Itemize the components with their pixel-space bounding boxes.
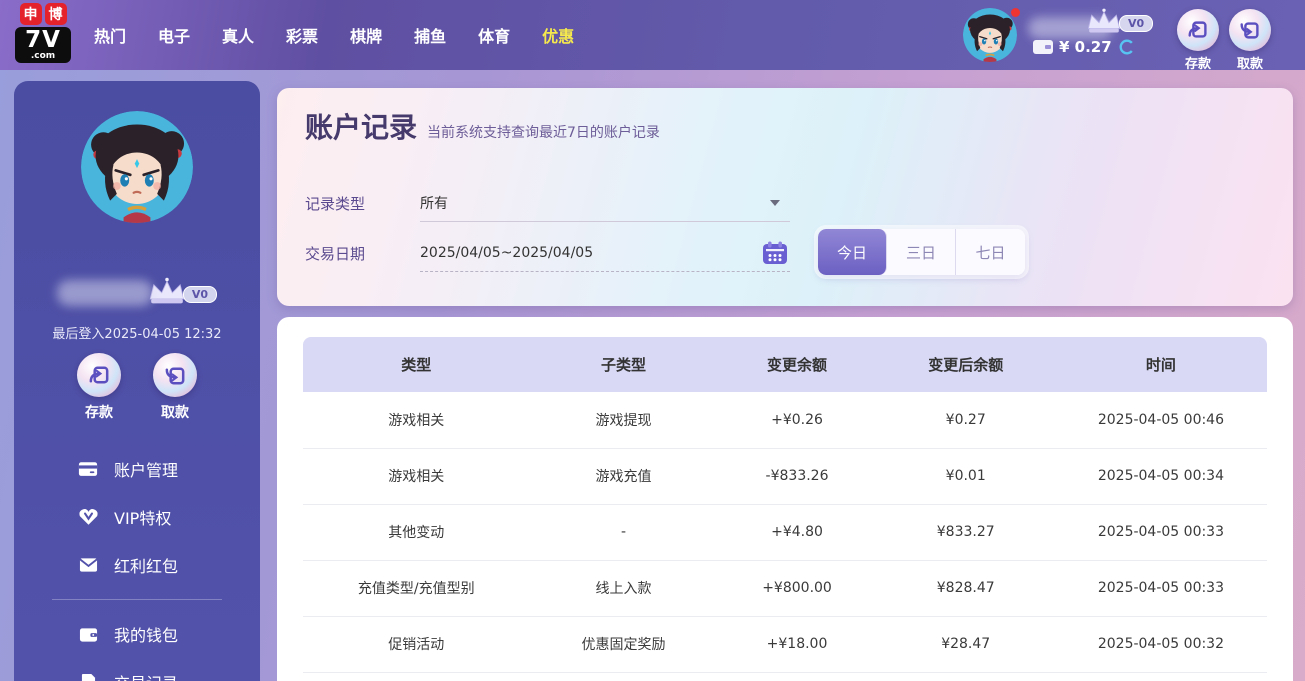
chevron-down-icon — [770, 199, 780, 206]
record-type-select[interactable]: 所有 — [420, 184, 790, 222]
profile-avatar[interactable] — [81, 111, 193, 223]
logo-brand: 7V — [25, 27, 61, 53]
col-header-subtype: 子类型 — [529, 337, 718, 392]
top-navigation-bar: 申 博 7V .com 热门 电子 真人 彩票 棋牌 捕鱼 体育 优惠 V0 ¥… — [0, 0, 1305, 72]
date-range-value: 2025/04/05~2025/04/05 — [420, 244, 594, 261]
sidebar-item-transaction-records[interactable]: 交易记录 — [14, 658, 260, 681]
transaction-date-label: 交易日期 — [305, 244, 366, 263]
deposit-icon — [1188, 21, 1207, 38]
wallet-icon — [78, 624, 98, 644]
withdraw-button[interactable]: 取款 — [1229, 9, 1271, 72]
red-envelope-icon — [78, 555, 98, 575]
bank-card-icon — [78, 459, 98, 479]
sidebar-item-account-management[interactable]: 账户管理 — [14, 445, 260, 493]
record-type-label: 记录类型 — [305, 194, 366, 213]
logo-suffix: .com — [30, 51, 56, 61]
last-login-text: 最后登入2025-04-05 12:32 — [52, 327, 222, 342]
col-header-change: 变更余额 — [717, 337, 877, 392]
vip-level-badge: V0 — [182, 286, 218, 303]
withdraw-icon — [165, 367, 184, 384]
table-row: 充值类型/充值型别 线上入款 +¥800.00 ¥828.47 2025-04-… — [303, 560, 1267, 617]
calendar-icon[interactable] — [762, 241, 788, 269]
sidebar-item-bonus[interactable]: 红利红包 — [14, 541, 260, 589]
nav-item-fishing[interactable]: 捕鱼 — [398, 23, 462, 47]
nav-item-promotions[interactable]: 优惠 — [526, 23, 590, 47]
sidebar-item-vip[interactable]: VIP特权 — [14, 493, 260, 541]
sidebar: V0 最后登入2025-04-05 12:32 存款 取款 账户管理 VIP特权… — [14, 81, 260, 681]
user-info-cluster: V0 ¥ 0.27 存款 取款 — [945, 0, 1305, 72]
profile-username-blurred — [56, 280, 153, 306]
deposit-icon — [89, 366, 108, 383]
range-button-today[interactable]: 今日 — [818, 229, 887, 275]
nav-item-live[interactable]: 真人 — [206, 23, 270, 47]
range-button-7days[interactable]: 七日 — [956, 229, 1025, 275]
records-table-panel: 类型 子类型 变更余额 变更后余额 时间 游戏相关 游戏提现 +¥0.26 ¥0… — [277, 317, 1293, 681]
sidebar-item-wallet[interactable]: 我的钱包 — [14, 610, 260, 658]
sidebar-withdraw-button[interactable]: 取款 — [153, 353, 197, 422]
table-row: 游戏相关 游戏充值 -¥833.26 ¥0.01 2025-04-05 00:3… — [303, 448, 1267, 505]
table-body: 游戏相关 游戏提现 +¥0.26 ¥0.27 2025-04-05 00:46 … — [303, 392, 1267, 673]
nav-item-slots[interactable]: 电子 — [142, 23, 206, 47]
nav-item-lottery[interactable]: 彩票 — [270, 23, 334, 47]
col-header-type: 类型 — [303, 337, 530, 392]
table-row: 促销活动 优惠固定奖励 +¥18.00 ¥28.47 2025-04-05 00… — [303, 616, 1267, 673]
filter-panel: 账户记录 当前系统支持查询最近7日的账户记录 记录类型 所有 交易日期 2025… — [277, 88, 1293, 306]
record-type-value: 所有 — [420, 195, 448, 212]
sidebar-menu: 账户管理 VIP特权 红利红包 我的钱包 — [14, 445, 260, 681]
nav-item-sports[interactable]: 体育 — [462, 23, 526, 47]
vip-crown: V0 — [1083, 7, 1154, 35]
nav-item-hot[interactable]: 热门 — [78, 23, 142, 47]
table-row: 其他变动 - +¥4.80 ¥833.27 2025-04-05 00:33 — [303, 504, 1267, 561]
account-records-page: 申 博 7V .com 热门 电子 真人 彩票 棋牌 捕鱼 体育 优惠 V0 ¥… — [0, 0, 1305, 681]
col-header-after-balance: 变更后余额 — [876, 337, 1055, 392]
logo-char-2: 博 — [44, 3, 67, 25]
vip-level-badge: V0 — [1119, 15, 1154, 32]
date-range-quick-buttons: 今日 三日 七日 — [818, 229, 1025, 275]
withdraw-icon — [1240, 22, 1259, 39]
date-range-input[interactable]: 2025/04/05~2025/04/05 — [420, 234, 790, 272]
main-nav-menu: 热门 电子 真人 彩票 棋牌 捕鱼 体育 优惠 — [78, 0, 590, 70]
col-header-time: 时间 — [1054, 337, 1267, 392]
wallet-icon — [1033, 40, 1053, 54]
nav-item-cards[interactable]: 棋牌 — [334, 23, 398, 47]
table-header-row: 类型 子类型 变更余额 变更后余额 时间 — [303, 337, 1267, 392]
site-logo[interactable]: 申 博 7V .com — [12, 3, 74, 63]
notification-dot — [1011, 8, 1020, 17]
page-subtitle: 当前系统支持查询最近7日的账户记录 — [427, 125, 660, 141]
menu-divider — [52, 599, 222, 600]
sidebar-deposit-button[interactable]: 存款 — [77, 353, 121, 422]
deposit-button[interactable]: 存款 — [1177, 9, 1219, 72]
document-icon — [78, 672, 98, 681]
table-row: 游戏相关 游戏提现 +¥0.26 ¥0.27 2025-04-05 00:46 — [303, 392, 1267, 449]
balance-amount: ¥ 0.27 — [1059, 38, 1112, 56]
range-button-3days[interactable]: 三日 — [887, 229, 956, 275]
refresh-balance-icon[interactable] — [1118, 38, 1136, 56]
records-table: 类型 子类型 变更余额 变更后余额 时间 游戏相关 游戏提现 +¥0.26 ¥0… — [303, 337, 1267, 673]
page-title: 账户记录 — [305, 111, 418, 144]
logo-char-1: 申 — [19, 3, 42, 25]
user-avatar[interactable] — [963, 8, 1017, 62]
vip-badge-icon — [78, 507, 98, 527]
